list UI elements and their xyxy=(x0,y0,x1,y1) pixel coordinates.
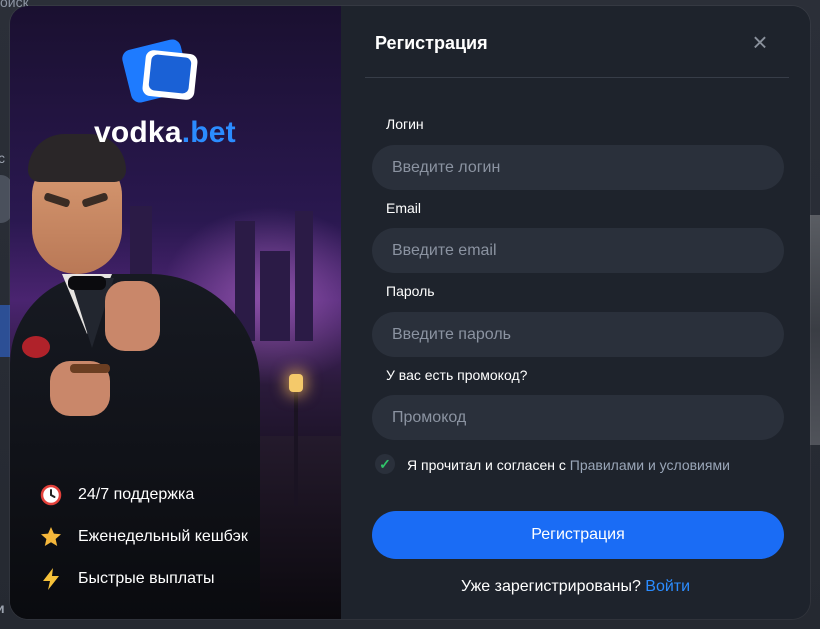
background-letter: с xyxy=(0,150,5,166)
agreement-checkbox[interactable]: ✓ xyxy=(375,454,395,474)
feature-item: Еженедельный кешбэк xyxy=(38,516,248,558)
mobster-cigar xyxy=(70,364,110,373)
star-icon xyxy=(38,524,64,550)
feature-text: Еженедельный кешбэк xyxy=(78,528,248,545)
login-prompt: Уже зарегистрированы? Войти xyxy=(341,578,810,596)
promo-panel: vodka.bet 24/7 поддержка Еженедельный ке… xyxy=(10,6,341,619)
promo-input[interactable] xyxy=(372,395,784,440)
login-input[interactable] xyxy=(372,145,784,190)
logo-icon-inner xyxy=(148,54,192,94)
registration-modal: vodka.bet 24/7 поддержка Еженедельный ке… xyxy=(10,6,810,619)
agreement-text: Я прочитал и согласен с Правилами и усло… xyxy=(407,457,730,473)
feature-item: Быстрые выплаты xyxy=(38,558,248,600)
mobster-hand xyxy=(105,281,160,351)
building xyxy=(295,211,313,341)
agreement-label: Я прочитал и согласен с xyxy=(407,457,570,473)
lamp-post xyxy=(294,386,298,506)
registration-form-panel: Регистрация × Логин Email Пароль У вас е… xyxy=(341,6,810,619)
feature-list: 24/7 поддержка Еженедельный кешбэк Быстр… xyxy=(38,474,248,600)
mobster-bowtie xyxy=(68,276,106,290)
background-bottom-text: и xyxy=(0,600,5,616)
form-title: Регистрация xyxy=(375,33,488,53)
brand-suffix: .bet xyxy=(181,116,236,149)
login-label: Логин xyxy=(386,116,424,132)
password-input[interactable] xyxy=(372,312,784,357)
lightning-icon xyxy=(38,566,64,592)
register-button[interactable]: Регистрация xyxy=(372,511,784,559)
header-divider xyxy=(365,77,789,78)
brand-logo: vodka.bet xyxy=(94,116,236,150)
checkmark-icon: ✓ xyxy=(379,455,391,472)
email-input[interactable] xyxy=(372,228,784,273)
terms-link[interactable]: Правилами и условиями xyxy=(570,457,730,473)
street-lamp xyxy=(289,374,303,392)
feature-text: Быстрые выплаты xyxy=(78,570,215,587)
feature-text: 24/7 поддержка xyxy=(78,486,195,503)
clock-icon xyxy=(38,482,64,508)
feature-item: 24/7 поддержка xyxy=(38,474,248,516)
brand-name: vodka xyxy=(94,116,182,149)
promo-label: У вас есть промокод? xyxy=(386,367,528,383)
email-label: Email xyxy=(386,200,422,216)
login-prompt-text: Уже зарегистрированы? xyxy=(460,578,646,595)
password-label: Пароль xyxy=(386,283,435,299)
login-link[interactable]: Войти xyxy=(645,578,690,595)
mobster-flower xyxy=(22,336,50,358)
building xyxy=(260,251,290,341)
close-icon[interactable]: × xyxy=(746,28,774,56)
